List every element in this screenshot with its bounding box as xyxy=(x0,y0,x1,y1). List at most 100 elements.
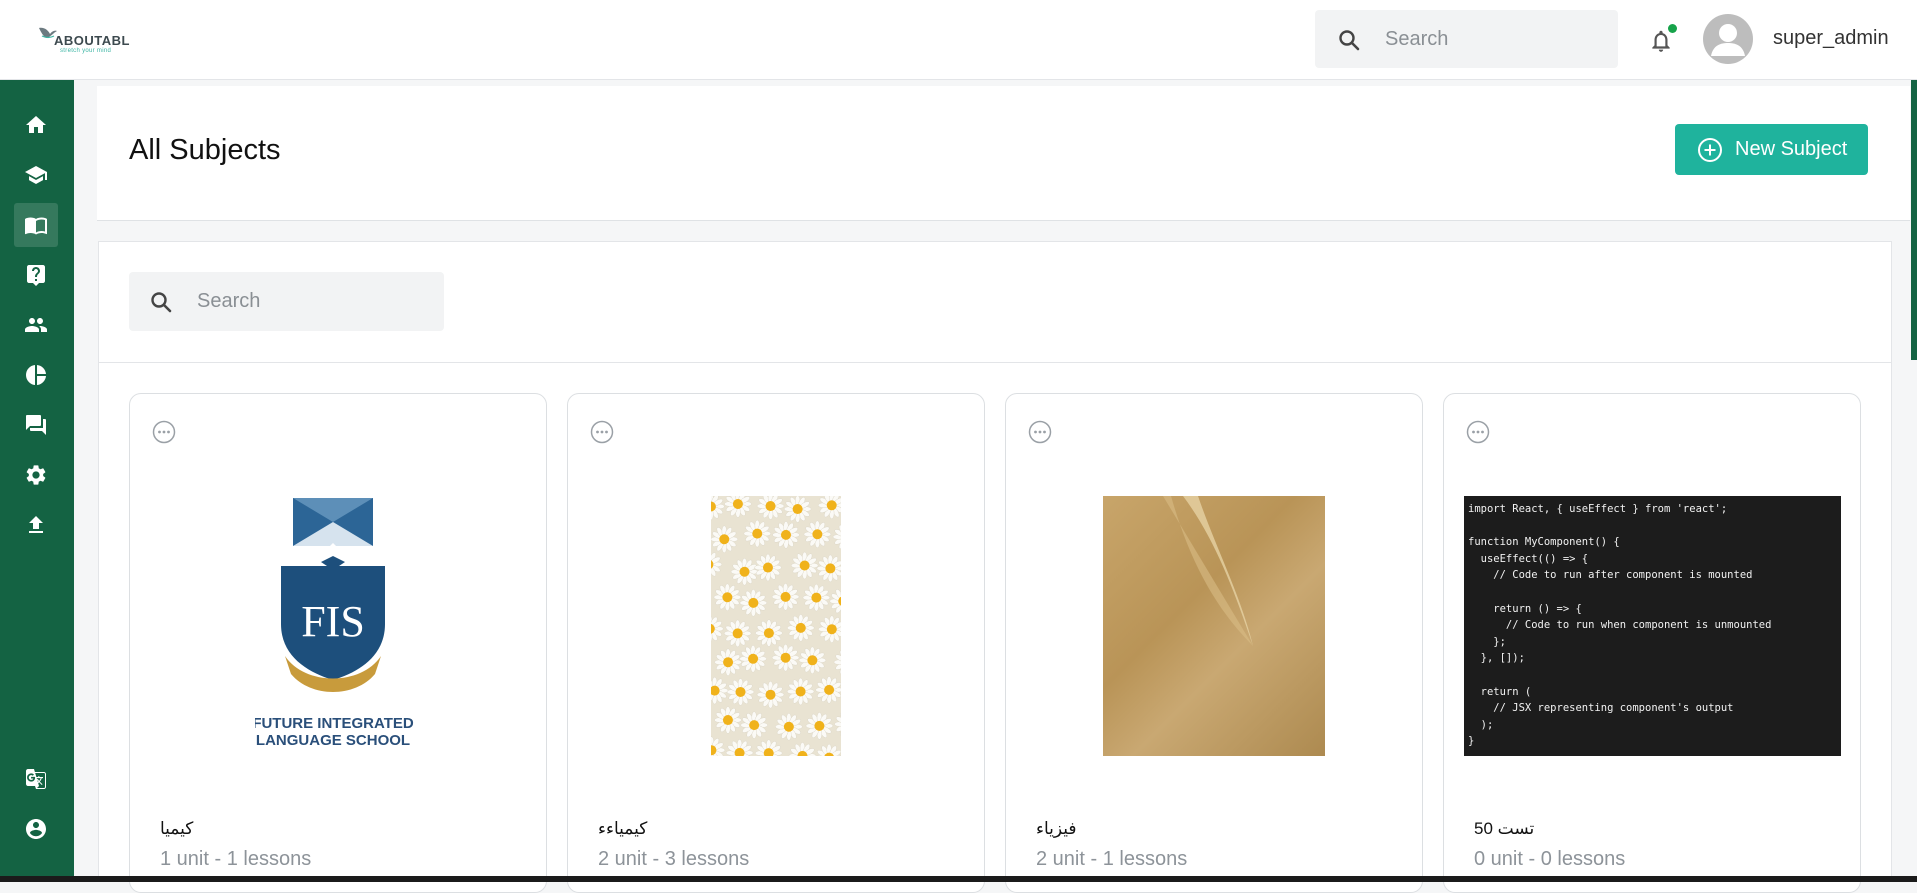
subject-name[interactable]: فيزياء xyxy=(1036,819,1077,839)
daisy-flower xyxy=(817,555,841,582)
graduation-cap-icon xyxy=(24,163,48,187)
fis-logo-line1: FUTURE INTEGRATED xyxy=(255,715,414,732)
daisy-flower xyxy=(724,620,751,647)
daisy-flower xyxy=(830,588,841,615)
help-icon xyxy=(24,263,48,287)
fis-logo-image: FIS FUTURE INTEGRATED LANGUAGE SCHOOL xyxy=(255,496,425,756)
subject-card[interactable]: فيزياء 2 unit - 1 lessons xyxy=(1005,393,1423,893)
fis-logo-letters: FIS xyxy=(301,597,365,646)
page-header: All Subjects New Subject xyxy=(97,86,1910,221)
sidebar-item-subjects[interactable] xyxy=(14,203,58,247)
daisy-flower xyxy=(714,584,741,611)
subject-search-input[interactable] xyxy=(197,286,417,316)
daisy-flower xyxy=(755,740,782,756)
more-options-icon[interactable] xyxy=(1466,420,1490,444)
more-options-icon[interactable] xyxy=(1028,420,1052,444)
subject-name[interactable]: كيمياءء xyxy=(598,819,647,839)
divider xyxy=(99,362,1891,363)
daisy-flower xyxy=(757,496,784,520)
people-icon xyxy=(24,313,48,337)
daisy-flower xyxy=(833,523,841,550)
daisy-flower xyxy=(789,742,816,756)
sidebar-item-questions[interactable] xyxy=(14,253,58,297)
fis-logo-line2: LANGUAGE SCHOOL xyxy=(256,732,410,749)
daisy-flower xyxy=(715,649,742,676)
daisy-flower xyxy=(816,744,841,756)
subject-meta: 2 unit - 3 lessons xyxy=(598,848,749,871)
page-title: All Subjects xyxy=(129,134,281,167)
username[interactable]: super_admin xyxy=(1773,27,1889,50)
subject-card[interactable]: import React, { useEffect } from 'react'… xyxy=(1443,393,1861,893)
subject-meta: 0 unit - 0 lessons xyxy=(1474,848,1625,871)
subject-meta: 1 unit - 1 lessons xyxy=(160,848,311,871)
sidebar-item-messages[interactable] xyxy=(14,403,58,447)
daisy-flower xyxy=(711,551,722,578)
home-icon xyxy=(24,113,48,137)
global-search[interactable] xyxy=(1315,10,1618,68)
sidebar-item-settings[interactable] xyxy=(14,453,58,497)
pie-chart-icon xyxy=(24,363,48,387)
subject-name[interactable]: كيميا xyxy=(160,819,193,839)
app-logo[interactable]: ABOUTABL stretch your mind xyxy=(38,22,138,58)
daisy-flower xyxy=(784,496,811,523)
more-options-icon[interactable] xyxy=(590,420,614,444)
daisy-flower xyxy=(740,645,767,672)
sidebar-item-upload[interactable] xyxy=(14,503,58,547)
daisy-flower xyxy=(711,677,728,704)
code-line: function MyComponent() { xyxy=(1468,536,1620,548)
daisy-flower xyxy=(803,584,830,611)
daisy-flower xyxy=(772,583,799,610)
subject-meta: 2 unit - 1 lessons xyxy=(1036,848,1187,871)
daisy-flower xyxy=(757,681,784,708)
daisy-flower xyxy=(731,558,758,585)
code-line: // Code to run when component is unmount… xyxy=(1468,619,1771,631)
add-circle-icon xyxy=(1697,137,1723,163)
daisy-flower xyxy=(834,711,841,738)
daisy-flower xyxy=(818,616,841,643)
global-search-input[interactable] xyxy=(1385,24,1595,54)
daisy-flower xyxy=(787,614,814,641)
sidebar-item-home[interactable] xyxy=(14,103,58,147)
code-snippet-image: import React, { useEffect } from 'react'… xyxy=(1464,496,1841,756)
daisy-flower xyxy=(711,496,724,520)
sidebar-item-account[interactable] xyxy=(14,807,58,851)
sand-image xyxy=(1103,496,1325,756)
new-subject-button[interactable]: New Subject xyxy=(1675,124,1868,175)
code-line: }; xyxy=(1468,636,1506,648)
chat-icon xyxy=(24,413,48,437)
daisy-flower xyxy=(816,676,841,703)
logo-tagline: stretch your mind xyxy=(60,48,111,54)
search-icon xyxy=(149,290,173,314)
daisies-image xyxy=(711,496,841,756)
daisy-flower xyxy=(799,647,826,674)
subject-card[interactable]: FIS FUTURE INTEGRATED LANGUAGE SCHOOL كي… xyxy=(129,393,547,893)
code-line: import React, { useEffect } from 'react'… xyxy=(1468,503,1727,515)
code-line: }, []); xyxy=(1468,652,1525,664)
sidebar-item-school[interactable] xyxy=(14,153,58,197)
scrollbar[interactable] xyxy=(1911,80,1917,360)
sidebar-item-translate[interactable] xyxy=(14,757,58,801)
new-subject-label: New Subject xyxy=(1735,138,1847,161)
top-bar: ABOUTABL stretch your mind super_admin xyxy=(0,0,1917,80)
daisy-flower xyxy=(711,526,738,553)
subject-search[interactable] xyxy=(129,272,444,331)
sidebar-item-users[interactable] xyxy=(14,303,58,347)
daisy-flower xyxy=(772,644,799,671)
daisy-flower xyxy=(727,678,754,705)
subject-card[interactable]: كيمياءء 2 unit - 3 lessons xyxy=(567,393,985,893)
sidebar-item-reports[interactable] xyxy=(14,353,58,397)
daisy-flower xyxy=(754,554,781,581)
code-line: // Code to run after component is mounte… xyxy=(1468,569,1752,581)
avatar[interactable] xyxy=(1703,14,1753,64)
daisy-flower xyxy=(772,521,799,548)
subjects-panel: FIS FUTURE INTEGRATED LANGUAGE SCHOOL كي… xyxy=(98,241,1892,882)
code-line: return ( xyxy=(1468,686,1531,698)
more-options-icon[interactable] xyxy=(152,420,176,444)
subject-name[interactable]: تست 50 xyxy=(1474,819,1534,839)
daisy-flower xyxy=(724,496,751,517)
daisy-flower xyxy=(806,712,833,739)
code-line: } xyxy=(1468,735,1474,747)
bottom-strip xyxy=(0,876,1917,882)
daisy-flower xyxy=(834,649,841,676)
sidebar xyxy=(0,80,74,882)
